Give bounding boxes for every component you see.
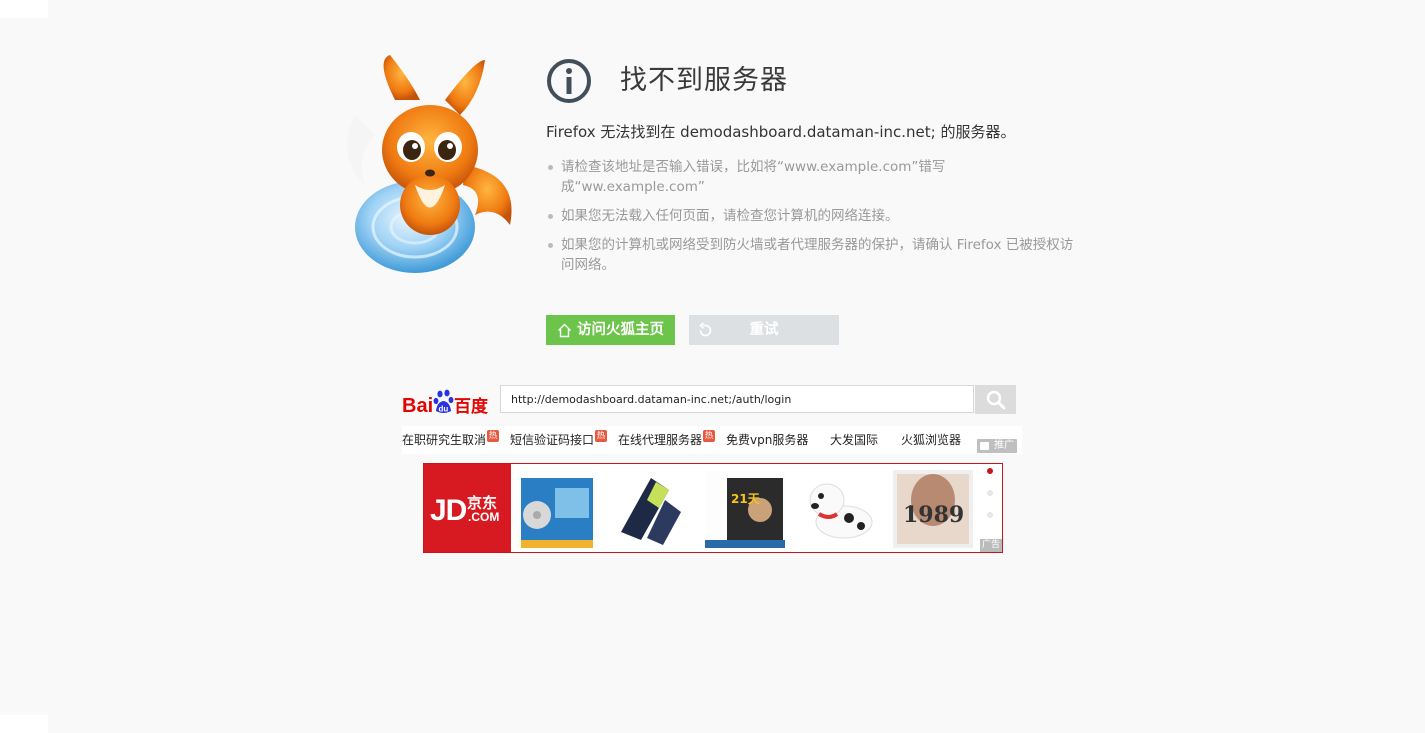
promo-tag: 推广 [977,439,1017,453]
hot-link[interactable]: 火狐浏览器 [901,431,961,448]
carousel-dots [987,468,993,534]
page-title: 找不到服务器 [620,65,788,96]
error-description: Firefox 无法找到在 demodashboard.dataman-inc.… [546,123,1016,141]
robot-dog-toy-icon[interactable] [799,470,879,548]
home-button-label: 访问火狐主页 [577,322,664,338]
hot-link[interactable]: 在线代理服务器 热 [618,430,715,448]
carousel-dot[interactable] [987,468,993,474]
home-icon [558,323,571,337]
jd-logo[interactable]: JD 京东 .COM [424,464,511,552]
jd-ad-banner[interactable]: JD 京东 .COM 21天 1989 广告 [423,463,1003,553]
info-icon [547,59,591,103]
lock-icon [980,442,989,450]
book-21days-icon[interactable]: 21天 [705,470,785,548]
playboy-socks-icon[interactable] [611,470,691,548]
ad-label: 广告 [980,539,1002,552]
hot-badge: 热 [487,430,499,442]
suggestion-item: 请检查该地址是否输入错误，比如将“www.example.com”错写成“ww.… [546,157,1086,197]
search-icon [986,390,1005,409]
hot-link[interactable]: 短信验证码接口 热 [510,430,607,448]
suggestion-list: 请检查该地址是否输入错误，比如将“www.example.com”错写成“ww.… [546,157,1086,284]
retry-button-label: 重试 [749,322,779,338]
svg-text:Bai: Bai [402,395,433,416]
visit-firefox-home-button[interactable]: 访问火狐主页 [546,315,675,345]
firefox-mascot-icon [347,55,512,273]
retry-button[interactable]: 重试 [689,315,839,345]
suggestion-item: 如果您无法载入任何页面，请检查您计算机的网络连接。 [546,206,1086,226]
hot-badge: 热 [595,430,607,442]
carousel-dot[interactable] [987,490,993,496]
svg-text:百度: 百度 [454,396,489,416]
taylor-swift-1989-album-icon[interactable]: 1989 [893,470,973,548]
hot-link[interactable]: 在职研究生取消 热 [402,430,499,448]
baidu-logo-icon: Bai du 百度 [402,389,489,416]
hot-link[interactable]: 大发国际 [830,431,878,448]
hot-link[interactable]: 免费vpn服务器 [726,431,808,448]
hot-search-links: 在职研究生取消 热 短信验证码接口 热 在线代理服务器 热 免费vpn服务器 大… [402,426,1022,454]
corner-block [0,715,48,733]
baidu-search-button[interactable] [975,385,1016,414]
svg-text:1989: 1989 [903,502,964,528]
hot-badge: 热 [703,430,715,442]
svg-text:du: du [439,405,449,414]
corner-block [0,0,48,18]
suggestion-item: 如果您的计算机或网络受到防火墙或者代理服务器的保护，请确认 Firefox 已被… [546,235,1086,275]
book-cd-icon[interactable] [517,470,597,548]
baidu-search-input[interactable]: http://demodashboard.dataman-inc.net;/au… [500,385,974,413]
svg-text:21天: 21天 [731,492,761,506]
carousel-dot[interactable] [987,512,993,518]
